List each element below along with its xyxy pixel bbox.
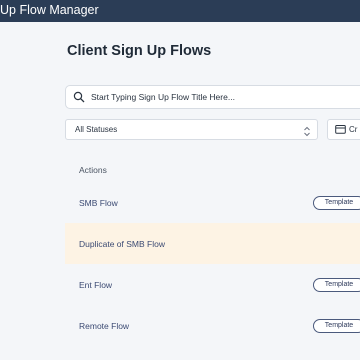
- template-badge: Template: [313, 277, 360, 292]
- list-item[interactable]: Duplicate of SMB Flow: [65, 223, 360, 264]
- page-title: Client Sign Up Flows: [67, 43, 212, 59]
- updown-chevron-icon: [303, 124, 311, 142]
- flow-name[interactable]: SMB Flow: [79, 198, 118, 208]
- list-item[interactable]: Ent Flow Template: [65, 264, 360, 305]
- template-badge: Template: [313, 195, 360, 210]
- flow-name[interactable]: Ent Flow: [79, 280, 112, 290]
- date-filter-label: Cr: [349, 125, 358, 134]
- search-input[interactable]: Start Typing Sign Up Flow Title Here...: [65, 85, 360, 109]
- list-item[interactable]: Remote Flow Template: [65, 305, 360, 346]
- app-title: Up Flow Manager: [0, 3, 99, 17]
- flow-name[interactable]: Remote Flow: [79, 321, 129, 331]
- search-placeholder: Start Typing Sign Up Flow Title Here...: [91, 92, 235, 102]
- date-filter-button[interactable]: Cr: [327, 119, 360, 140]
- template-badge: Template: [313, 318, 360, 333]
- status-filter-select[interactable]: All Statuses: [65, 119, 318, 140]
- list-item[interactable]: SMB Flow Template: [65, 182, 360, 223]
- search-icon: [72, 90, 86, 104]
- app-header: Up Flow Manager: [0, 0, 360, 22]
- calendar-icon: [335, 121, 346, 139]
- actions-column-header: Actions: [79, 165, 107, 175]
- flows-list: Actions SMB Flow Template Duplicate of S…: [65, 158, 360, 346]
- status-filter-value: All Statuses: [75, 125, 118, 134]
- flow-name[interactable]: Duplicate of SMB Flow: [79, 239, 165, 249]
